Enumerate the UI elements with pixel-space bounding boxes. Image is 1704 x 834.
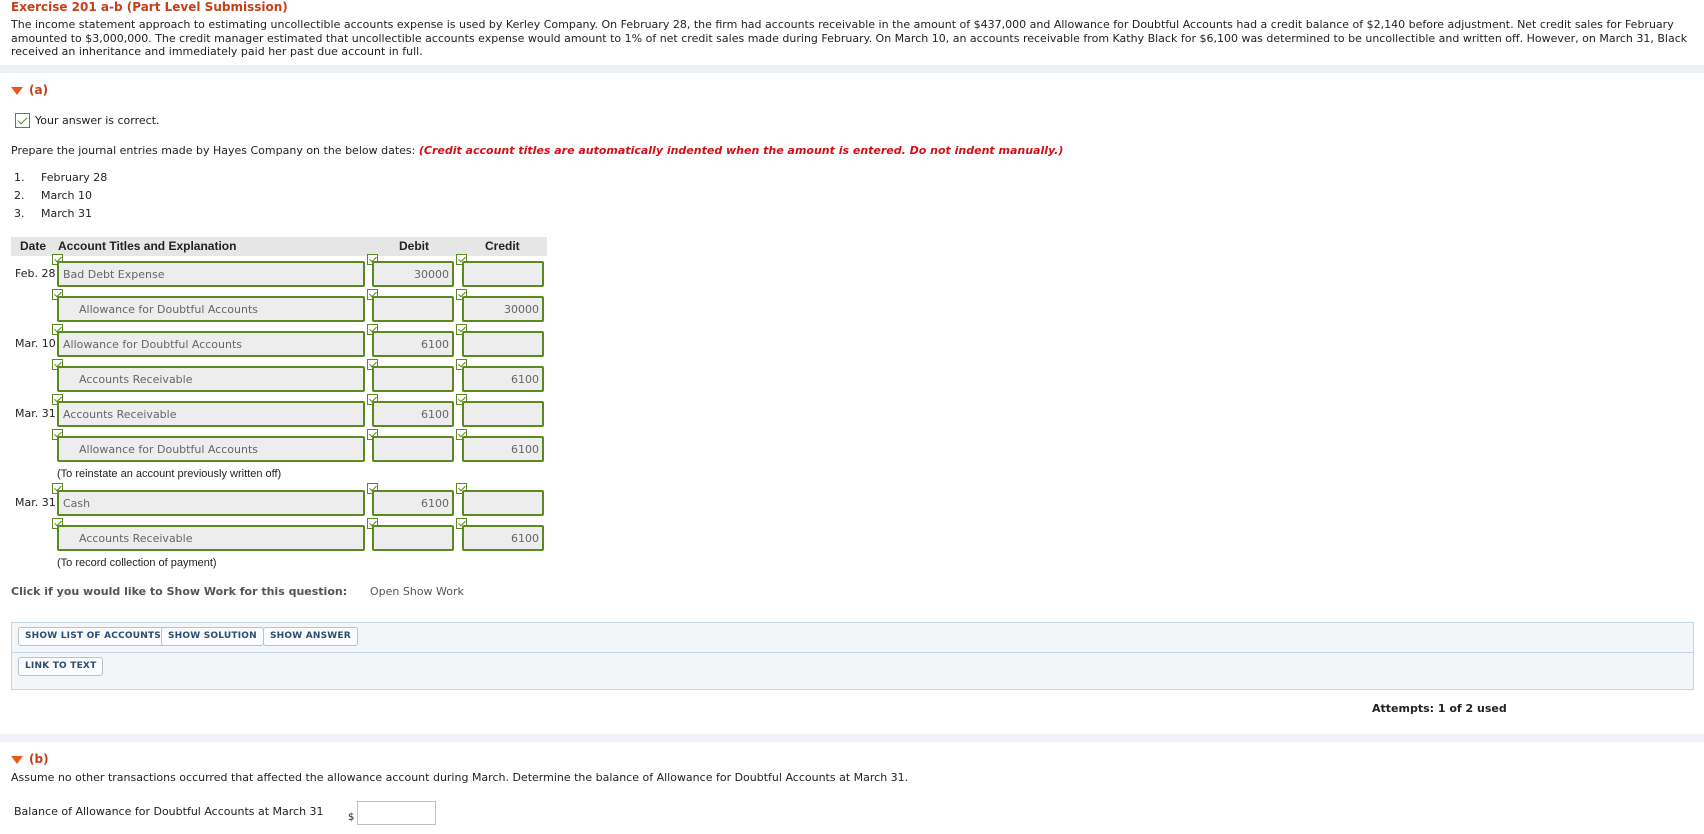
account-title-input[interactable]: Bad Debt Expense xyxy=(57,261,365,287)
credit-input[interactable]: 6100 xyxy=(462,366,544,392)
entry-date: Mar. 31 xyxy=(15,496,56,509)
credit-input[interactable]: 6100 xyxy=(462,525,544,551)
balance-label: Balance of Allowance for Doubtful Accoun… xyxy=(14,805,324,818)
account-title-input[interactable]: Accounts Receivable xyxy=(57,525,365,551)
part-a-label: (a) xyxy=(29,83,49,97)
credit-input[interactable]: 30000 xyxy=(462,296,544,322)
toolbar-divider xyxy=(12,652,1693,653)
section-divider xyxy=(0,734,1704,742)
entry-date: Mar. 10 xyxy=(15,337,56,350)
debit-input[interactable]: 6100 xyxy=(372,331,454,357)
exercise-title: Exercise 201 a-b (Part Level Submission) xyxy=(11,0,288,14)
account-title-input[interactable]: Allowance for Doubtful Accounts xyxy=(57,331,365,357)
list-number: 3. xyxy=(14,207,25,220)
currency-symbol: $ xyxy=(348,812,355,823)
feedback-text: Your answer is correct. xyxy=(35,114,160,127)
entry-explanation: (To record collection of payment) xyxy=(57,557,217,569)
list-number: 2. xyxy=(14,189,25,202)
account-title-input[interactable]: Allowance for Doubtful Accounts xyxy=(57,436,365,462)
entry-explanation: (To reinstate an account previously writ… xyxy=(57,468,282,480)
link-to-text-button[interactable]: LINK TO TEXT xyxy=(18,657,104,676)
debit-input[interactable]: 6100 xyxy=(372,490,454,516)
part-b-prompt: Assume no other transactions occurred th… xyxy=(11,771,909,784)
debit-input[interactable] xyxy=(372,525,454,551)
credit-input[interactable]: 6100 xyxy=(462,436,544,462)
list-item: March 31 xyxy=(41,207,93,220)
help-toolbar: SHOW LIST OF ACCOUNTS SHOW SOLUTION SHOW… xyxy=(11,622,1694,690)
entry-date: Mar. 31 xyxy=(15,407,56,420)
account-title-input[interactable]: Cash xyxy=(57,490,365,516)
list-item: February 28 xyxy=(41,171,108,184)
problem-statement: The income statement approach to estimat… xyxy=(11,18,1688,58)
show-answer-button[interactable]: SHOW ANSWER xyxy=(263,627,358,646)
part-b-label: (b) xyxy=(29,752,49,766)
section-divider xyxy=(0,65,1704,73)
credit-column-header: Credit xyxy=(485,239,520,253)
collapse-triangle-icon[interactable] xyxy=(11,755,23,764)
balance-input[interactable] xyxy=(357,801,436,825)
dates-list: 1. February 28 2. March 10 3. March 31 xyxy=(14,171,107,225)
account-column-header: Account Titles and Explanation xyxy=(58,239,237,253)
attempts-counter: Attempts: 1 of 2 used xyxy=(1372,702,1507,715)
debit-column-header: Debit xyxy=(399,239,429,253)
account-title-input[interactable]: Allowance for Doubtful Accounts xyxy=(57,296,365,322)
credit-input[interactable] xyxy=(462,401,544,427)
instructions-text: Prepare the journal entries made by Haye… xyxy=(11,144,416,157)
part-b-header[interactable]: (b) xyxy=(11,752,49,766)
show-list-of-accounts-button[interactable]: SHOW LIST OF ACCOUNTS xyxy=(18,627,168,646)
debit-input[interactable]: 6100 xyxy=(372,401,454,427)
collapse-triangle-icon[interactable] xyxy=(11,86,23,95)
debit-input[interactable] xyxy=(372,436,454,462)
instructions: Prepare the journal entries made by Haye… xyxy=(11,144,1063,157)
credit-input[interactable] xyxy=(462,331,544,357)
account-title-input[interactable]: Accounts Receivable xyxy=(57,401,365,427)
account-title-input[interactable]: Accounts Receivable xyxy=(57,366,365,392)
debit-input[interactable] xyxy=(372,366,454,392)
correct-check-icon xyxy=(15,113,30,128)
entry-date: Feb. 28 xyxy=(15,267,56,280)
show-work-label: Click if you would like to Show Work for… xyxy=(11,585,348,598)
instructions-note: (Credit account titles are automatically… xyxy=(418,144,1064,157)
date-column-header: Date xyxy=(20,239,47,253)
debit-input[interactable] xyxy=(372,296,454,322)
credit-input[interactable] xyxy=(462,490,544,516)
debit-input[interactable]: 30000 xyxy=(372,261,454,287)
show-solution-button[interactable]: SHOW SOLUTION xyxy=(161,627,264,646)
credit-input[interactable] xyxy=(462,261,544,287)
list-number: 1. xyxy=(14,171,25,184)
open-show-work-link[interactable]: Open Show Work xyxy=(370,585,464,598)
list-item: March 10 xyxy=(41,189,93,202)
part-a-header[interactable]: (a) xyxy=(11,83,48,97)
